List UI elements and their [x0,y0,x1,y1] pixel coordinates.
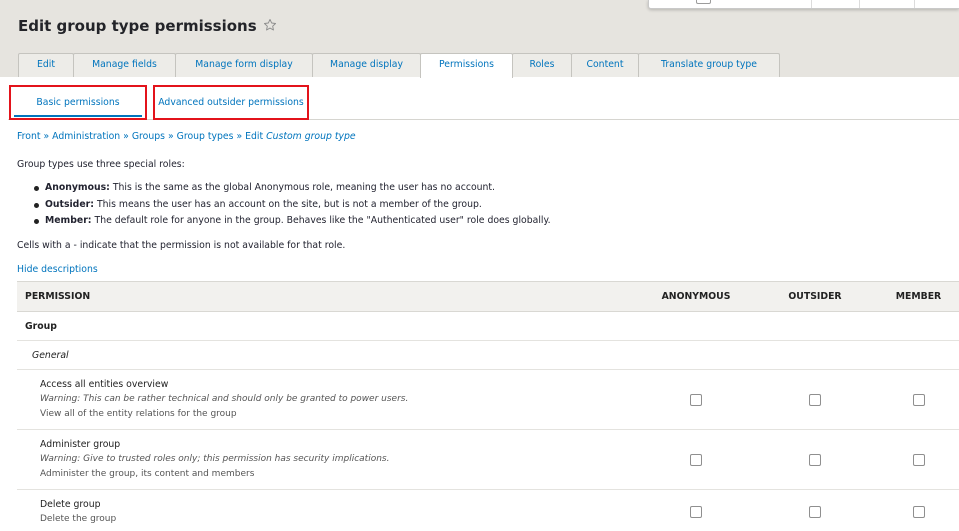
secondary-tabs-divider [8,119,959,120]
role-name: Anonymous: [45,182,110,193]
member-cell [878,369,959,430]
role-description: The default role for anyone in the group… [94,215,551,226]
table-row: Administer group Warning: Give to truste… [17,429,959,490]
permission-cell: Delete group Delete the group [17,489,640,531]
tab-roles[interactable]: Roles [512,53,572,77]
floating-panel-edge [648,0,959,9]
member-cell [878,489,959,531]
breadcrumb-separator: » [236,131,243,142]
tab-translate-group-type[interactable]: Translate group type [638,53,780,77]
breadcrumb-link-front[interactable]: Front [17,131,41,142]
permissions-table-container: PERMISSION ANONYMOUS OUTSIDER MEMBER Gro… [17,281,959,531]
anonymous-checkbox[interactable] [690,453,702,466]
permission-cell: Administer group Warning: Give to truste… [17,429,640,490]
table-header-row: PERMISSION ANONYMOUS OUTSIDER MEMBER [17,281,959,312]
tab-content[interactable]: Content [571,53,639,77]
panel-divider [811,0,812,8]
page-title: Edit group type permissions [18,16,277,36]
outsider-cell [752,429,878,490]
outsider-checkbox[interactable] [809,506,821,518]
member-checkbox[interactable] [912,393,925,406]
role-description: This is the same as the global Anonymous… [112,182,496,193]
page-header: Edit group type permissions Edit Manage … [0,0,959,78]
breadcrumb-link-emphasis: Custom group type [266,131,356,142]
module-name: Group [17,311,959,341]
anonymous-cell [640,429,752,490]
tab-edit[interactable]: Edit [18,53,74,77]
column-header-anonymous: ANONYMOUS [640,281,752,312]
list-item: Anonymous: This is the same as the global… [0,180,551,197]
permission-warning: Warning: Give to trusted roles only; thi… [40,454,390,464]
breadcrumb-separator: » [123,131,129,142]
panel-divider [859,0,860,8]
permission-description: View all of the entity relations for the… [40,409,237,419]
table-row: Access all entities overview Warning: Th… [17,369,959,430]
tab-manage-display[interactable]: Manage display [312,53,421,77]
permission-description: Delete the group [40,514,117,524]
anonymous-checkbox[interactable] [690,506,702,518]
hide-descriptions-link[interactable]: Hide descriptions [17,262,98,277]
anonymous-checkbox[interactable] [690,393,702,406]
list-item: Member: The default role for anyone in th… [0,213,551,230]
outsider-checkbox[interactable] [809,393,821,406]
breadcrumb: Front » Administration » Groups » Group … [17,129,356,144]
list-item: Outsider: This means the user has an acco… [0,197,551,214]
section-row: General [17,340,959,370]
column-header-member: MEMBER [878,281,959,312]
outsider-cell [752,489,878,531]
roles-intro: Group types use three special roles: [17,159,185,170]
star-icon[interactable] [263,18,277,32]
permission-warning: Warning: This can be rather technical an… [40,394,409,404]
breadcrumb-link-groups[interactable]: Groups [132,131,165,142]
module-row: Group [17,311,959,341]
panel-divider [914,0,915,8]
page-title-text: Edit group type permissions [18,17,257,35]
member-checkbox[interactable] [912,453,925,466]
breadcrumb-link-administration[interactable]: Administration [52,131,120,142]
column-header-permission: PERMISSION [17,281,640,312]
table-row: Delete group Delete the group [17,489,959,531]
permission-title: Access all entities overview [40,379,169,390]
permission-title: Delete group [40,499,101,510]
availability-note: Cells with a - indicate that the permiss… [17,240,346,251]
subtab-basic-permissions[interactable]: Basic permissions [9,85,147,120]
permission-title: Administer group [40,439,121,450]
tab-manage-fields[interactable]: Manage fields [73,53,176,77]
anonymous-cell [640,369,752,430]
member-cell [878,429,959,490]
anonymous-cell [640,489,752,531]
breadcrumb-link-prefix: Edit [245,131,264,142]
permission-cell: Access all entities overview Warning: Th… [17,369,640,430]
role-description: This means the user has an account on th… [96,198,482,210]
subtab-advanced-outsider-permissions[interactable]: Advanced outsider permissions [153,85,309,120]
tab-manage-form-display[interactable]: Manage form display [175,53,313,77]
permissions-table: PERMISSION ANONYMOUS OUTSIDER MEMBER Gro… [17,281,959,531]
roles-list: Anonymous: This is the same as the global… [0,180,551,230]
panel-checkbox-fragment [696,0,711,4]
page: Edit group type permissions Edit Manage … [0,0,959,531]
role-name: Member: [45,215,92,226]
column-header-outsider: OUTSIDER [752,281,878,312]
permission-description: Administer the group, its content and me… [40,469,255,479]
breadcrumb-link-edit-custom-group-type[interactable]: Edit Custom group type [245,131,356,142]
outsider-checkbox[interactable] [809,453,821,466]
breadcrumb-separator: » [43,131,50,142]
breadcrumb-link-group-types[interactable]: Group types [177,131,234,142]
breadcrumb-separator: » [167,131,174,142]
member-checkbox[interactable] [912,506,925,518]
outsider-cell [752,369,878,430]
tab-permissions[interactable]: Permissions [420,53,513,78]
section-name: General [17,340,959,370]
role-name: Outsider: [45,198,94,210]
